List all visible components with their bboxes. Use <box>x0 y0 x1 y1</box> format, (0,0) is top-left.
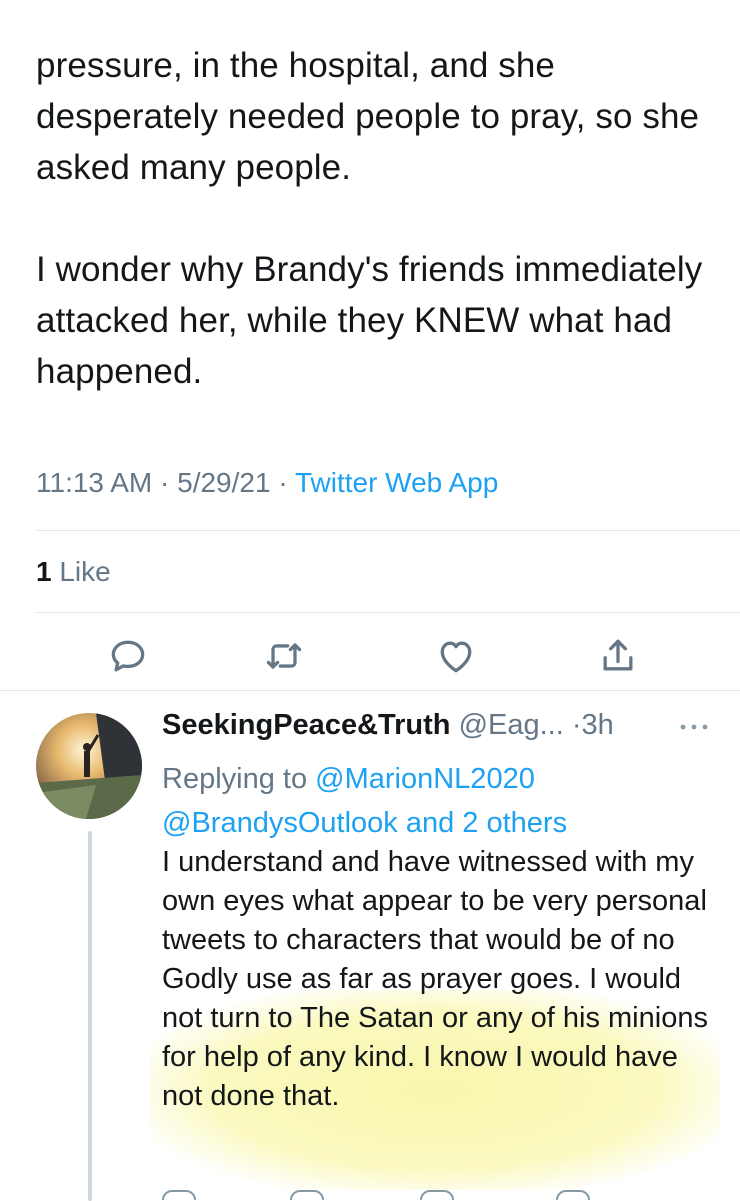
more-icon[interactable] <box>676 717 712 737</box>
reply-time[interactable]: ·3h <box>572 709 614 741</box>
retweet-icon <box>266 643 302 669</box>
reply-body: I understand and have witnessed with my … <box>162 846 708 1112</box>
display-name[interactable]: SeekingPeace&Truth <box>162 709 451 741</box>
retweet-icon[interactable] <box>290 1190 324 1200</box>
reply-button[interactable] <box>106 634 150 678</box>
divider <box>36 530 740 531</box>
tweet-source-link[interactable]: Twitter Web App <box>295 467 498 498</box>
likes-count[interactable]: 1 Like <box>36 556 111 588</box>
share-button[interactable] <box>596 634 640 678</box>
tweet-time: 11:13 AM <box>36 467 153 498</box>
retweet-button[interactable] <box>262 634 306 678</box>
like-button[interactable] <box>434 634 478 678</box>
heart-icon <box>440 641 472 673</box>
reply-tweet[interactable]: SeekingPeace&Truth @Eag... ·3h Replying … <box>0 690 740 1201</box>
tweet-metadata: 11:13 AM · 5/29/21 · Twitter Web App <box>36 467 498 499</box>
others-link[interactable]: and 2 others <box>406 807 567 839</box>
avatar-image <box>36 713 142 819</box>
reply-header: SeekingPeace&Truth @Eag... ·3h <box>162 709 614 742</box>
mention-link[interactable]: @BrandysOutlook <box>162 807 398 839</box>
share-icon[interactable] <box>556 1190 590 1200</box>
replying-prefix: Replying to <box>162 763 308 795</box>
thread-line <box>88 831 92 1201</box>
reply-icon[interactable] <box>162 1190 196 1200</box>
likes-number: 1 <box>36 556 52 587</box>
divider <box>36 612 740 613</box>
tweet-paragraph-2: I wonder why Brandy's friends immediatel… <box>36 250 703 391</box>
mention-link[interactable]: @MarionNL2020 <box>315 763 535 795</box>
reply-actions-partial <box>0 1190 740 1200</box>
meta-separator: · <box>160 467 170 498</box>
meta-separator: · <box>278 467 288 498</box>
tweet-actions <box>0 628 740 688</box>
handle[interactable]: @Eag... <box>459 709 564 741</box>
tweet-date[interactable]: 5/29/21 <box>177 467 270 498</box>
likes-label: Like <box>59 556 111 587</box>
avatar[interactable] <box>36 713 142 819</box>
tweet-paragraph-1: pressure, in the hospital, and she despe… <box>36 46 700 187</box>
heart-icon[interactable] <box>420 1190 454 1200</box>
reply-icon <box>111 640 145 672</box>
share-icon <box>603 639 633 671</box>
replying-to: Replying to @MarionNL2020 @BrandysOutloo… <box>162 757 722 845</box>
